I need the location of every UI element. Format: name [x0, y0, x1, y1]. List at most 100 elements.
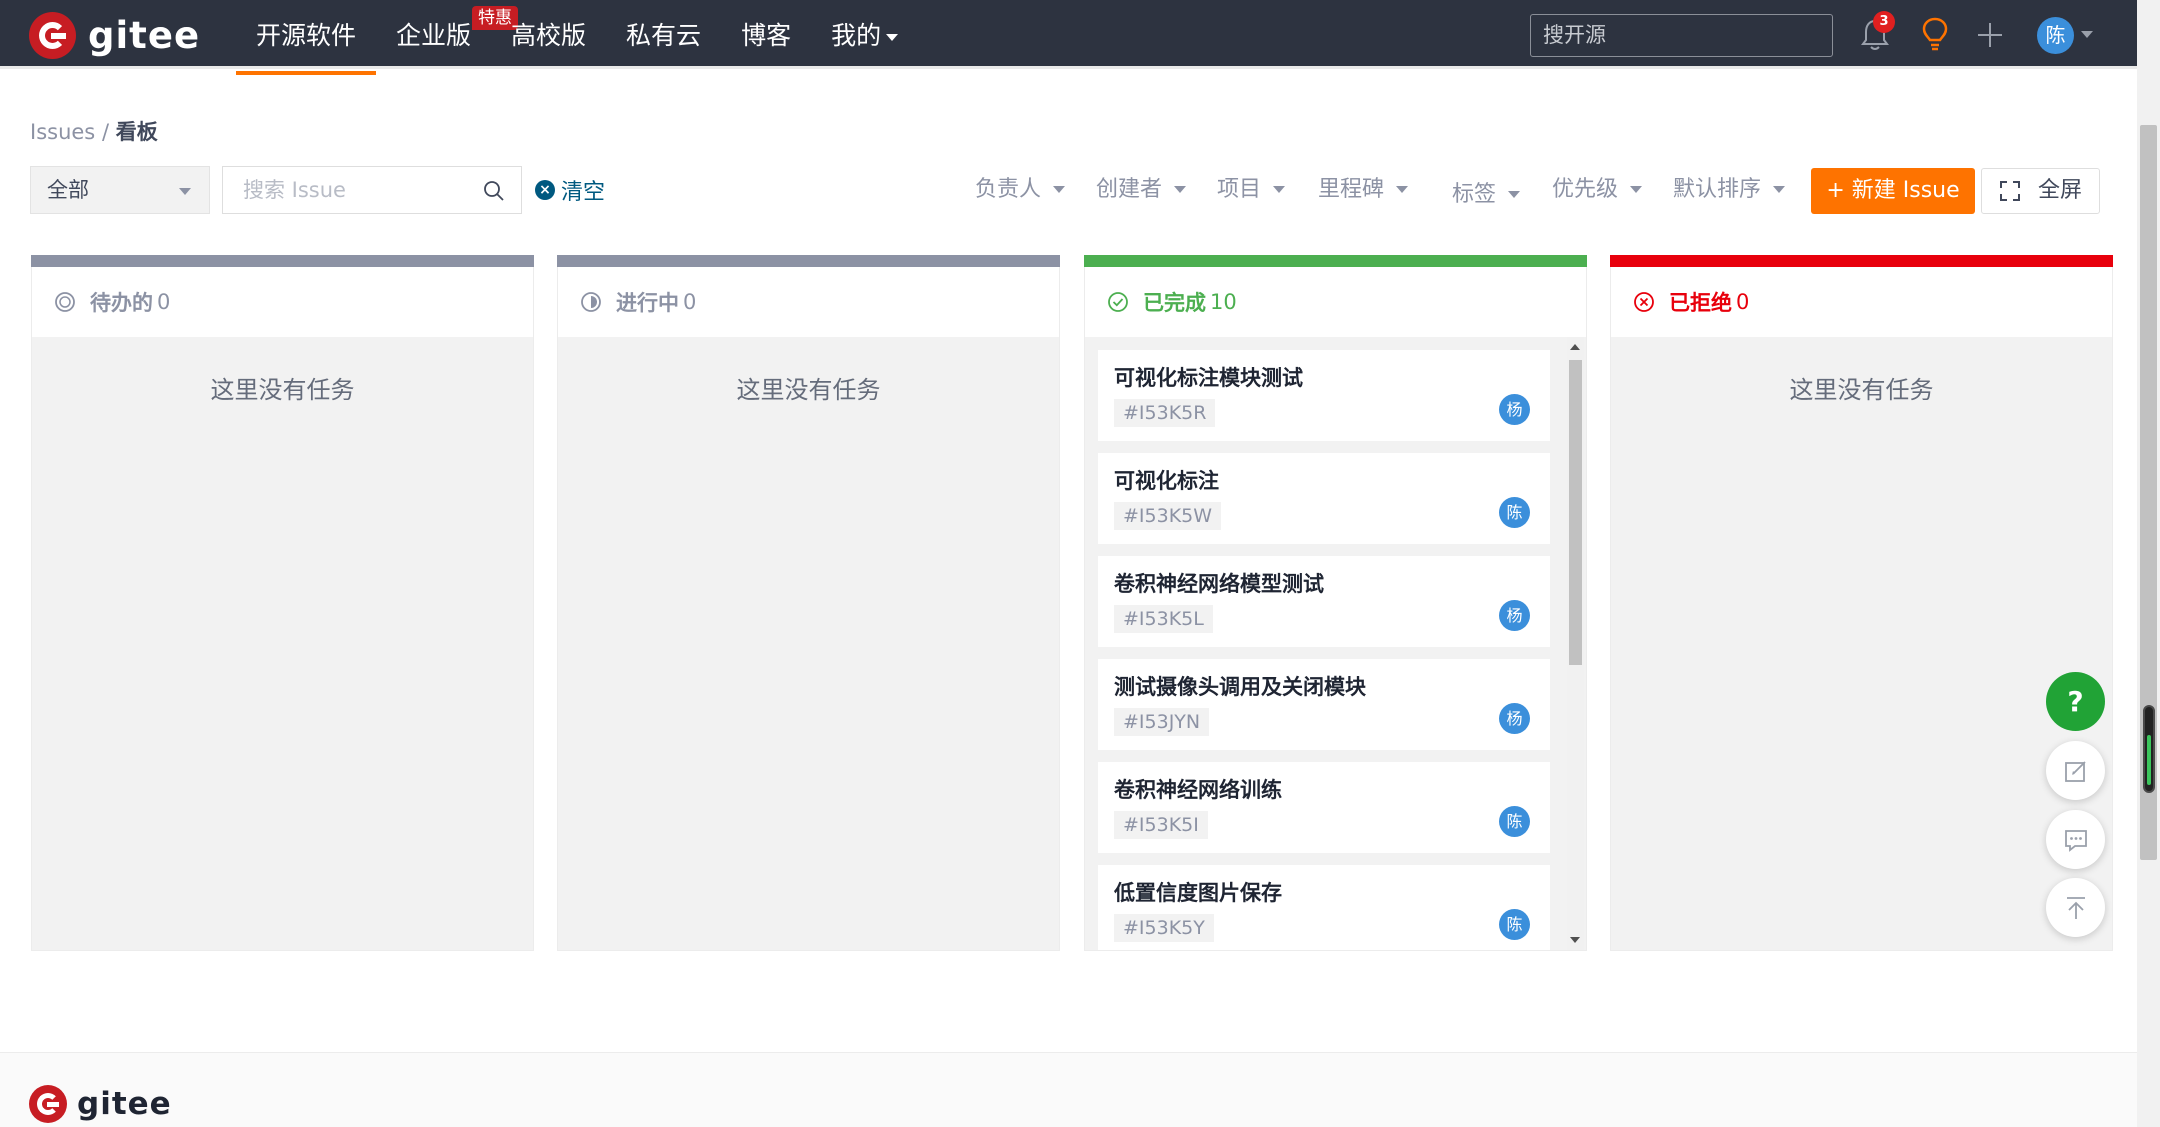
- edit-icon: [2064, 760, 2086, 782]
- column-in-progress-header: 进行中 0: [558, 267, 1059, 337]
- chevron-down-icon[interactable]: [2081, 31, 2093, 38]
- column-todo-title: 待办的: [90, 291, 153, 315]
- nav-enterprise-label: 企业版: [396, 21, 472, 50]
- filter-assignee[interactable]: 负责人: [975, 166, 1066, 214]
- assignee-avatar[interactable]: 陈: [1499, 909, 1530, 940]
- issue-card-title[interactable]: 可视化标注模块测试: [1114, 362, 1303, 392]
- back-to-top-button[interactable]: [2046, 878, 2105, 937]
- clear-filters-button[interactable]: × 清空: [535, 166, 605, 214]
- scroll-down-arrow-icon[interactable]: [1570, 937, 1580, 943]
- fullscreen-button[interactable]: 全屏: [1981, 168, 2100, 214]
- fullscreen-label: 全屏: [2038, 178, 2083, 203]
- footer-logo[interactable]: gitee: [29, 1085, 172, 1123]
- help-button[interactable]: ?: [2046, 672, 2105, 731]
- sort-select[interactable]: 默认排序: [1673, 166, 1786, 214]
- assignee-avatar[interactable]: 陈: [1499, 806, 1530, 837]
- gitee-logo-icon: [29, 1085, 67, 1123]
- main-nav: 开源软件 企业版 特惠 高校版 私有云 博客 我的: [236, 0, 918, 75]
- column-rejected: 已拒绝 0 这里没有任务: [1610, 255, 2113, 951]
- issue-card-title[interactable]: 可视化标注: [1114, 465, 1219, 495]
- nav-private-cloud[interactable]: 私有云: [606, 0, 721, 69]
- feedback-edit-button[interactable]: [2046, 741, 2105, 800]
- filter-creator-label: 创建者: [1096, 177, 1163, 202]
- column-in-progress-bar: [557, 255, 1060, 267]
- filter-milestone-label: 里程碑: [1318, 177, 1385, 202]
- issue-card-title[interactable]: 测试摄像头调用及关闭模块: [1114, 671, 1366, 701]
- filter-milestone[interactable]: 里程碑: [1318, 166, 1409, 214]
- issue-card-id: #I53K5Y: [1114, 914, 1214, 942]
- scope-select[interactable]: 全部: [30, 166, 210, 214]
- assignee-avatar[interactable]: 陈: [1499, 497, 1530, 528]
- column-scrollbar-thumb[interactable]: [1569, 360, 1582, 665]
- issue-card[interactable]: 测试摄像头调用及关闭模块 #I53JYN 杨: [1098, 659, 1550, 750]
- breadcrumb-current: 看板: [115, 120, 158, 144]
- scroll-up-arrow-icon[interactable]: [1570, 344, 1580, 350]
- new-issue-button[interactable]: + 新建 Issue: [1811, 168, 1975, 214]
- filter-assignee-label: 负责人: [975, 177, 1042, 202]
- issue-card-title[interactable]: 卷积神经网络训练: [1114, 774, 1282, 804]
- breadcrumb-parent[interactable]: Issues: [30, 120, 95, 144]
- column-rejected-bar: [1610, 255, 2113, 267]
- filter-project[interactable]: 项目: [1217, 166, 1286, 214]
- chat-icon: [2064, 829, 2087, 852]
- issue-search-placeholder: 搜索 Issue: [243, 178, 346, 202]
- column-todo-header: 待办的 0: [32, 267, 533, 337]
- issue-search-input[interactable]: 搜索 Issue: [222, 166, 522, 214]
- assignee-avatar[interactable]: 杨: [1499, 600, 1530, 631]
- issue-card[interactable]: 卷积神经网络模型测试 #I53K5L 杨: [1098, 556, 1550, 647]
- chevron-down-icon: [1773, 186, 1786, 193]
- chevron-down-icon: [1396, 186, 1409, 193]
- column-todo-empty: 这里没有任务: [210, 376, 355, 404]
- column-done-card-list: 可视化标注模块测试 #I53K5R 杨 可视化标注 #I53K5W 陈 卷积神经…: [1085, 337, 1586, 950]
- issue-card-title[interactable]: 低置信度图片保存: [1114, 877, 1282, 907]
- column-in-progress: 进行中 0 这里没有任务: [557, 255, 1060, 951]
- issue-card[interactable]: 可视化标注 #I53K5W 陈: [1098, 453, 1550, 544]
- nav-mine-label: 我的: [831, 21, 882, 50]
- issue-card[interactable]: 低置信度图片保存 #I53K5Y 陈: [1098, 865, 1550, 950]
- filter-label-label: 标签: [1452, 182, 1497, 207]
- issue-card-title[interactable]: 卷积神经网络模型测试: [1114, 568, 1324, 598]
- column-done-title: 已完成: [1143, 291, 1206, 315]
- column-scrollbar[interactable]: [1567, 337, 1584, 950]
- global-search-input[interactable]: 搜开源: [1530, 14, 1833, 57]
- gitee-logo[interactable]: gitee: [29, 11, 200, 59]
- column-todo-bar: [31, 255, 534, 267]
- issue-card[interactable]: 可视化标注模块测试 #I53K5R 杨: [1098, 350, 1550, 441]
- assignee-avatar[interactable]: 杨: [1499, 394, 1530, 425]
- chevron-down-icon: [1630, 186, 1643, 193]
- filter-priority-label: 优先级: [1552, 177, 1619, 202]
- filter-priority[interactable]: 优先级: [1552, 166, 1643, 214]
- nav-university-label: 高校版: [511, 21, 587, 50]
- help-button-label: ?: [2067, 685, 2084, 718]
- nav-open-source[interactable]: 开源软件: [236, 0, 377, 75]
- column-todo: 待办的 0 这里没有任务: [31, 255, 534, 951]
- filter-project-label: 项目: [1217, 177, 1262, 202]
- side-indicator: [2143, 705, 2155, 793]
- assignee-avatar[interactable]: 杨: [1499, 703, 1530, 734]
- column-done-bar: [1084, 255, 1587, 267]
- issue-card[interactable]: 卷积神经网络训练 #I53K5I 陈: [1098, 762, 1550, 853]
- column-done-count: 10: [1210, 290, 1237, 314]
- issue-card-id: #I53K5L: [1114, 605, 1213, 633]
- nav-university[interactable]: 高校版: [491, 0, 606, 69]
- column-in-progress-empty: 这里没有任务: [736, 376, 881, 404]
- column-in-progress-title: 进行中: [616, 291, 679, 315]
- nav-blog-label: 博客: [741, 21, 792, 50]
- filter-label[interactable]: 标签: [1452, 171, 1521, 219]
- nav-blog[interactable]: 博客: [721, 0, 811, 69]
- plus-icon[interactable]: [1975, 20, 2005, 50]
- scope-select-value: 全部: [47, 178, 89, 202]
- search-icon[interactable]: [483, 180, 505, 202]
- fullscreen-icon: [2000, 181, 2020, 201]
- column-rejected-count: 0: [1736, 290, 1750, 314]
- breadcrumb: Issues / 看板: [30, 116, 158, 146]
- nav-mine[interactable]: 我的: [811, 0, 918, 69]
- filter-creator[interactable]: 创建者: [1096, 166, 1187, 214]
- chat-button[interactable]: [2046, 810, 2105, 869]
- lightbulb-icon[interactable]: [1920, 16, 1950, 52]
- close-icon: ×: [535, 180, 555, 200]
- user-avatar[interactable]: 陈: [2037, 17, 2074, 54]
- nav-open-source-label: 开源软件: [256, 21, 357, 50]
- nav-enterprise[interactable]: 企业版 特惠: [376, 0, 519, 69]
- column-rejected-title: 已拒绝: [1669, 291, 1732, 315]
